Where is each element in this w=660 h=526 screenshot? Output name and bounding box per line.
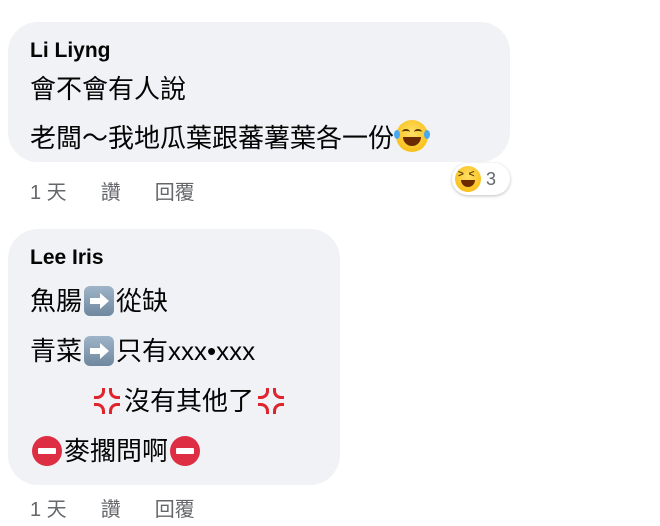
comment-text-line: 老闆～我地瓜葉跟蕃薯葉各一份	[30, 120, 488, 153]
like-button[interactable]: 讚	[101, 176, 121, 205]
timestamp[interactable]: 1 天	[30, 493, 67, 522]
comment-text-line: 沒有其他了	[30, 383, 318, 419]
reaction-summary[interactable]: 3	[452, 163, 510, 195]
like-button[interactable]: 讚	[101, 493, 121, 522]
anger-symbol-icon	[256, 386, 286, 416]
comment-text-line: 魚腸 從缺	[30, 283, 318, 319]
comment-text-line: 麥擱問啊	[30, 433, 318, 469]
no-entry-icon	[170, 436, 201, 466]
anger-symbol-icon	[92, 386, 122, 416]
reply-button[interactable]: 回覆	[155, 493, 195, 522]
comment-author[interactable]: Lee Iris	[30, 245, 318, 271]
right-arrow-icon	[84, 286, 115, 316]
reaction-count: 3	[486, 168, 497, 189]
comment-author[interactable]: Li Liyng	[30, 38, 488, 64]
comment-actions: 1 天 讚 回覆	[30, 493, 229, 522]
right-arrow-icon	[84, 336, 115, 366]
comment-text: 從缺	[116, 286, 169, 316]
comment-text-line: 會不會有人說	[30, 74, 187, 104]
comment-text-line: 青菜 只有xxx•xxx	[30, 333, 318, 369]
comment-bubble: Li Liyng 會不會有人說 老闆～我地瓜葉跟蕃薯葉各一份	[8, 22, 510, 162]
comment-bubble: Lee Iris 魚腸 從缺 青菜 只有xxx•xxx 沒有其他了 麥擱問啊	[8, 229, 340, 485]
comment-text: 沒有其他了	[124, 386, 255, 416]
comment-actions: 1 天 讚 回覆	[30, 176, 229, 205]
laughing-face-icon	[455, 166, 481, 192]
comment-text: 青菜	[30, 336, 83, 366]
comment-text: 老闆～我地瓜葉跟蕃薯葉各一份	[30, 123, 395, 153]
tears-of-joy-icon	[394, 120, 431, 152]
comment-text: 只有xxx•xxx	[116, 336, 256, 366]
timestamp[interactable]: 1 天	[30, 176, 67, 205]
reply-button[interactable]: 回覆	[155, 176, 195, 205]
comment-text: 麥擱問啊	[64, 436, 169, 466]
comment-text: 魚腸	[30, 286, 83, 316]
no-entry-icon	[32, 436, 62, 466]
